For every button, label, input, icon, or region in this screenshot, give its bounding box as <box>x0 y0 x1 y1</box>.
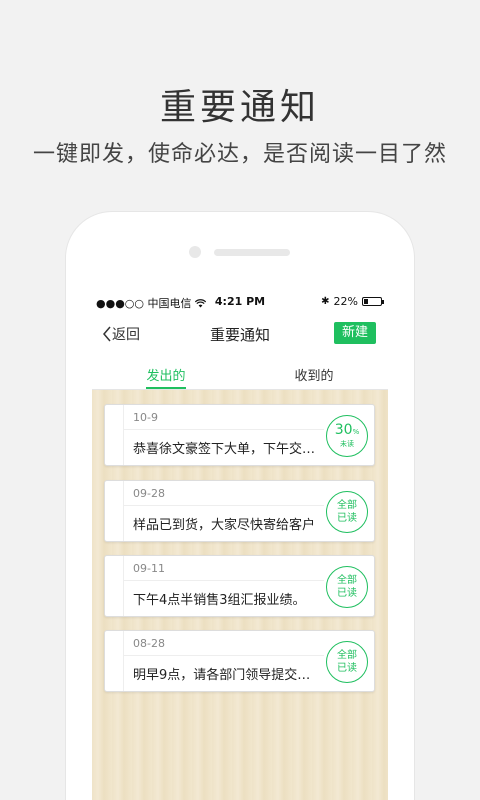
all-read-badge: 全部 已读 <box>326 566 368 608</box>
speaker-icon <box>214 249 290 256</box>
notice-card[interactable]: 09-11 下午4点半销售3组汇报业绩。 全部 已读 <box>104 555 375 617</box>
card-date: 09-28 <box>133 487 165 500</box>
notice-card[interactable]: 09-28 样品已到货，大家尽快寄给客户 全部 已读 <box>104 480 375 542</box>
camera-icon <box>189 246 201 258</box>
tab-bar: 发出的 收到的 <box>92 356 388 390</box>
status-bar: ●●●○○ 中国电信 4:21 PM ✱ 22% <box>92 292 388 312</box>
card-text: 下午4点半销售3组汇报业绩。 <box>133 593 306 608</box>
hero-title: 重要通知 <box>159 87 320 128</box>
battery-percent: 22% <box>333 295 358 308</box>
all-read-badge: 全部 已读 <box>326 491 368 533</box>
tab-underline <box>146 387 186 389</box>
battery-fill <box>364 299 368 304</box>
card-text: 恭喜徐文豪签下大单，下午交易额刷新 <box>133 442 323 457</box>
card-date: 10-9 <box>133 411 158 424</box>
card-text: 明早9点，请各部门领导提交下周计划 <box>133 668 323 683</box>
notice-card[interactable]: 08-28 明早9点，请各部门领导提交下周计划 全部 已读 <box>104 630 375 692</box>
card-date: 08-28 <box>133 637 165 650</box>
card-text: 样品已到货，大家尽快寄给客户 <box>133 518 316 533</box>
status-right: ✱ 22% <box>321 295 384 308</box>
tab-sent[interactable]: 发出的 <box>92 365 240 384</box>
read-progress-badge: 30% 未读 <box>326 415 368 457</box>
all-read-badge: 全部 已读 <box>326 641 368 683</box>
new-button[interactable]: 新建 <box>334 322 376 344</box>
card-date: 09-11 <box>133 562 165 575</box>
bluetooth-icon: ✱ <box>321 296 330 307</box>
battery-icon <box>362 297 384 306</box>
app-screen: ●●●○○ 中国电信 4:21 PM ✱ 22% 返回 重要通知 新建 发出的 … <box>92 292 388 800</box>
tab-received[interactable]: 收到的 <box>240 365 388 384</box>
notice-card[interactable]: 10-9 恭喜徐文豪签下大单，下午交易额刷新 30% 未读 <box>104 404 375 466</box>
nav-bar: 返回 重要通知 新建 <box>92 312 388 356</box>
hero-subtitle: 一键即发，使命必达，是否阅读一目了然 <box>32 142 447 167</box>
